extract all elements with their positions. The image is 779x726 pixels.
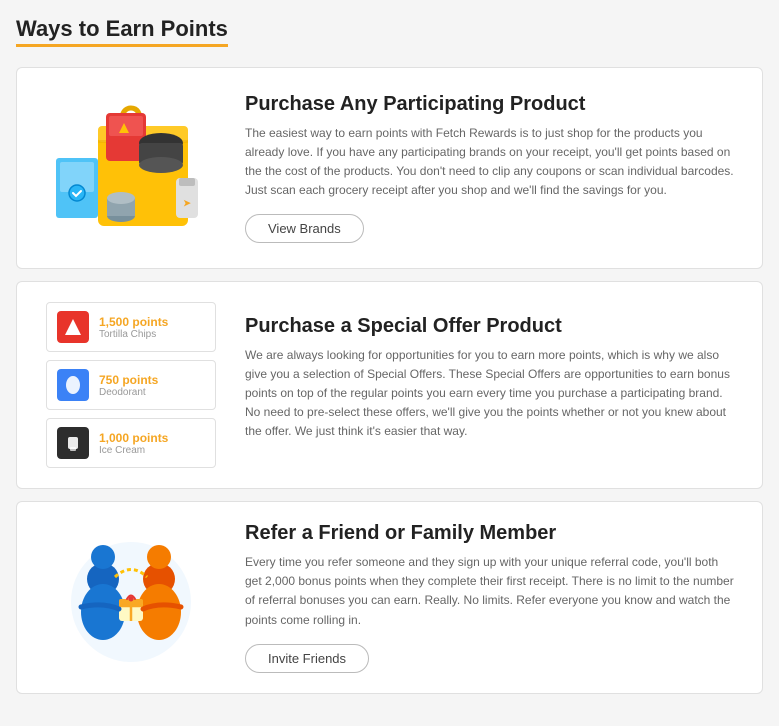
card-special-offer: 1,500 points Tortilla Chips 750 points D…	[16, 281, 763, 489]
invite-friends-button[interactable]: Invite Friends	[245, 644, 369, 673]
offer-info-deodorant: 750 points Deodorant	[99, 373, 158, 398]
grocery-bag-illustration: ➤	[41, 88, 221, 248]
offer-item-1: 1,500 points Tortilla Chips	[46, 302, 216, 352]
card-desc-refer: Every time you refer someone and they si…	[245, 553, 738, 630]
card-desc-special-offer: We are always looking for opportunities …	[245, 346, 738, 442]
offer-icon-deodorant	[57, 369, 89, 401]
offer-points-deodorant: 750 points	[99, 373, 158, 387]
card-title-participating: Purchase Any Participating Product	[245, 93, 738, 116]
view-brands-button[interactable]: View Brands	[245, 214, 364, 243]
card-content-participating: Purchase Any Participating Product The e…	[245, 93, 738, 244]
refer-friend-illustration	[41, 527, 221, 667]
card-title-special-offer: Purchase a Special Offer Product	[245, 315, 738, 338]
svg-text:➤: ➤	[183, 198, 191, 208]
offer-icon-icecream	[57, 427, 89, 459]
card-title-refer: Refer a Friend or Family Member	[245, 522, 738, 545]
offer-points-chips: 1,500 points	[99, 315, 168, 329]
card-content-special-offer: Purchase a Special Offer Product We are …	[245, 315, 738, 456]
special-offer-illustration: 1,500 points Tortilla Chips 750 points D…	[41, 302, 221, 468]
offer-info-chips: 1,500 points Tortilla Chips	[99, 315, 168, 340]
sections-wrapper: ➤ Purchase Any Participating Product The…	[16, 67, 763, 694]
page-title: Ways to Earn Points	[16, 16, 228, 47]
offer-product-icecream: Ice Cream	[99, 445, 168, 456]
offer-icon-chips	[57, 311, 89, 343]
offers-list: 1,500 points Tortilla Chips 750 points D…	[46, 302, 216, 468]
offer-product-chips: Tortilla Chips	[99, 329, 168, 340]
offer-points-icecream: 1,000 points	[99, 431, 168, 445]
card-refer-friend: Refer a Friend or Family Member Every ti…	[16, 501, 763, 694]
offer-product-deodorant: Deodorant	[99, 387, 158, 398]
offer-item-3: 1,000 points Ice Cream	[46, 418, 216, 468]
offer-info-icecream: 1,000 points Ice Cream	[99, 431, 168, 456]
card-participating-product: ➤ Purchase Any Participating Product The…	[16, 67, 763, 269]
card-content-refer: Refer a Friend or Family Member Every ti…	[245, 522, 738, 673]
offer-item-2: 750 points Deodorant	[46, 360, 216, 410]
card-desc-participating: The easiest way to earn points with Fetc…	[245, 124, 738, 201]
